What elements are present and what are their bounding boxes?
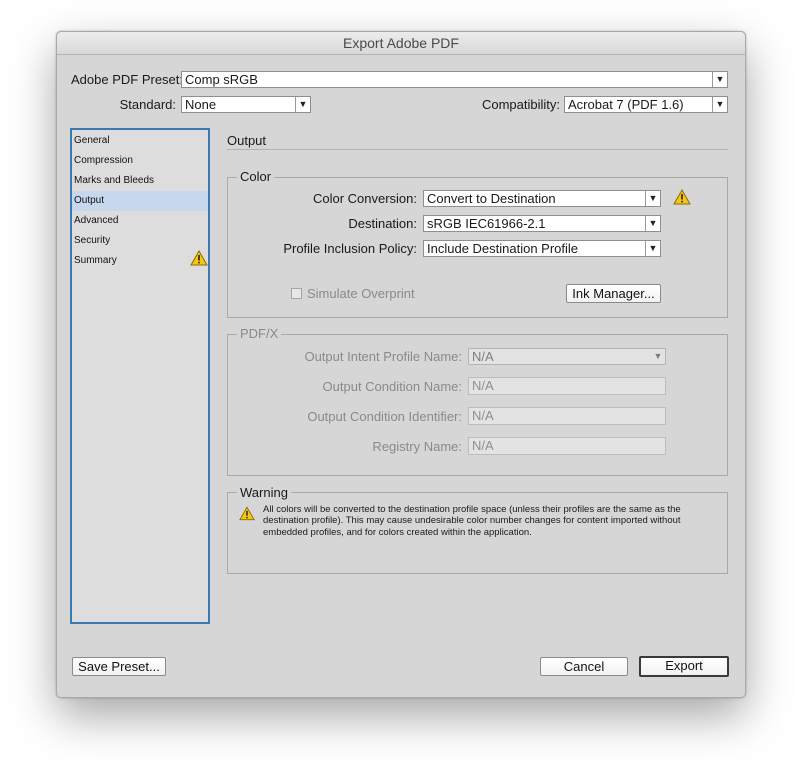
section-divider — [227, 149, 728, 150]
warning-icon — [673, 189, 691, 205]
destination-value: sRGB IEC61966-2.1 — [427, 216, 546, 231]
profile-policy-label: Profile Inclusion Policy: — [283, 241, 417, 256]
export-button[interactable]: Export — [639, 656, 729, 677]
standard-value: None — [185, 97, 217, 112]
chevron-down-icon: ▼ — [645, 191, 660, 206]
sidebar-item-label: Summary — [74, 255, 117, 266]
output-intent-value: N/A — [472, 349, 494, 364]
sidebar-item-compression[interactable]: Compression — [72, 151, 208, 171]
condition-name-field[interactable]: N/A — [468, 377, 666, 395]
chevron-down-icon: ▼ — [645, 216, 660, 231]
warning-icon — [190, 250, 208, 266]
preset-dropdown[interactable]: Comp sRGB ▼ — [181, 71, 728, 88]
preset-label: Adobe PDF Preset: — [71, 72, 183, 87]
sidebar-item-summary[interactable]: Summary — [72, 251, 208, 271]
registry-name-field[interactable]: N/A — [468, 437, 666, 455]
window-title: Export Adobe PDF — [57, 32, 745, 55]
condition-identifier-field[interactable]: N/A — [468, 407, 666, 425]
warning-icon — [239, 506, 255, 521]
save-preset-button[interactable]: Save Preset... — [72, 657, 166, 676]
condition-identifier-label: Output Condition Identifier: — [307, 409, 462, 424]
sidebar-item-marks-and-bleeds[interactable]: Marks and Bleeds — [72, 171, 208, 191]
chevron-down-icon: ▼ — [645, 241, 660, 256]
warning-legend: Warning — [237, 486, 291, 500]
sidebar-item-advanced[interactable]: Advanced — [72, 211, 208, 231]
condition-name-label: Output Condition Name: — [322, 379, 462, 394]
compatibility-label: Compatibility: — [481, 97, 560, 112]
color-conversion-dropdown[interactable]: Convert to Destination ▼ — [423, 190, 661, 207]
sidebar-item-general[interactable]: General — [72, 131, 208, 151]
standard-dropdown[interactable]: None ▼ — [181, 96, 311, 113]
simulate-overprint-label: Simulate Overprint — [307, 286, 415, 301]
chevron-down-icon: ▼ — [653, 351, 663, 361]
preset-value: Comp sRGB — [185, 72, 258, 87]
cancel-button[interactable]: Cancel — [540, 657, 628, 676]
color-conversion-label: Color Conversion: — [312, 191, 417, 206]
output-intent-label: Output Intent Profile Name: — [304, 349, 462, 364]
standard-label: Standard: — [119, 97, 176, 112]
profile-policy-value: Include Destination Profile — [427, 241, 579, 256]
chevron-down-icon: ▼ — [295, 97, 310, 112]
profile-policy-dropdown[interactable]: Include Destination Profile ▼ — [423, 240, 661, 257]
registry-name-label: Registry Name: — [372, 439, 462, 454]
destination-dropdown[interactable]: sRGB IEC61966-2.1 ▼ — [423, 215, 661, 232]
ink-manager-button[interactable]: Ink Manager... — [566, 284, 661, 303]
color-legend: Color — [237, 170, 275, 184]
sidebar-item-security[interactable]: Security — [72, 231, 208, 251]
pdfx-legend: PDF/X — [237, 327, 282, 341]
compatibility-dropdown[interactable]: Acrobat 7 (PDF 1.6) ▼ — [564, 96, 728, 113]
sidebar-item-output[interactable]: Output — [72, 191, 208, 211]
output-intent-dropdown[interactable]: N/A ▼ — [468, 348, 666, 365]
color-conversion-value: Convert to Destination — [427, 191, 556, 206]
warning-message: All colors will be converted to the dest… — [263, 504, 681, 538]
chevron-down-icon: ▼ — [712, 72, 727, 87]
simulate-overprint-checkbox[interactable] — [291, 288, 302, 299]
section-title: Output — [227, 133, 267, 148]
sidebar-nav: General Compression Marks and Bleeds Out… — [70, 128, 210, 624]
destination-label: Destination: — [348, 216, 417, 231]
compatibility-value: Acrobat 7 (PDF 1.6) — [568, 97, 684, 112]
chevron-down-icon: ▼ — [712, 97, 727, 112]
